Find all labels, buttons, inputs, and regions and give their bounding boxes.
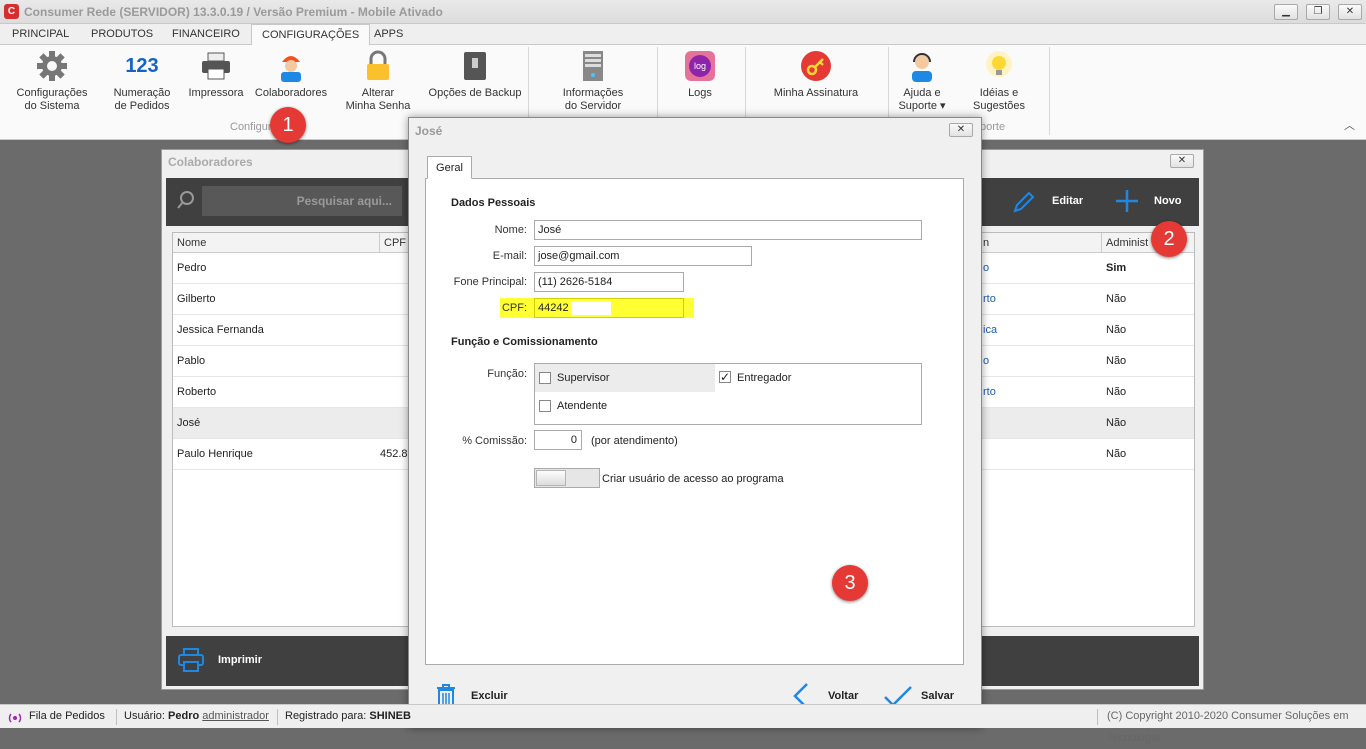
printer-icon (199, 49, 233, 83)
help-support-button[interactable]: Ajuda e Suporte ▾ (892, 49, 952, 113)
broadcast-icon (8, 710, 22, 732)
ideas-suggestions-button[interactable]: Idéias e Sugestões (968, 49, 1030, 113)
system-settings-button[interactable]: Configurações do Sistema (10, 49, 94, 113)
section-function: Função e Comissionamento (451, 336, 598, 348)
phone-field[interactable]: (11) 2626-5184 (534, 272, 684, 292)
function-item-entregador[interactable]: ✓ Entregador (717, 364, 917, 392)
plus-icon[interactable] (1114, 188, 1140, 217)
menu-tabs: PRINCIPAL PRODUTOS FINANCEIRO CONFIGURAÇ… (0, 24, 1366, 46)
entregador-checkbox[interactable]: ✓ (719, 371, 731, 383)
lock-icon (361, 49, 395, 83)
my-subscription-button[interactable]: Minha Assinatura (766, 49, 866, 100)
lightbulb-icon (982, 49, 1016, 83)
tab-apps[interactable]: APPS (364, 24, 413, 45)
dialog-close-button[interactable]: ✕ (949, 123, 973, 137)
employee-dialog: José ✕ Dados Pessoais Nome: José E-mail:… (408, 117, 982, 728)
search-input[interactable]: Pesquisar aqui... (202, 186, 402, 216)
edit-button[interactable]: Editar (1052, 195, 1083, 207)
123-icon: 123 (125, 54, 159, 77)
printer-icon[interactable] (178, 648, 204, 675)
step-badge-2: 2 (1151, 221, 1187, 257)
group-label-config: Configur (230, 121, 272, 133)
window-title: Consumer Rede (SERVIDOR) 13.3.0.19 / Ver… (24, 5, 443, 19)
commission-note: (por atendimento) (591, 435, 678, 447)
save-button[interactable]: Salvar (921, 690, 954, 702)
status-bar: Fila de Pedidos Usuário: Pedro administr… (0, 704, 1366, 744)
usb-drive-icon (458, 49, 492, 83)
step-badge-3: 3 (832, 565, 868, 601)
collaborators-close-button[interactable]: ✕ (1170, 154, 1194, 168)
cpf-field[interactable]: 44242 (534, 298, 684, 318)
gear-icon (35, 49, 69, 83)
delete-button[interactable]: Excluir (471, 690, 508, 702)
collapse-ribbon-icon[interactable]: ︿ (1344, 117, 1355, 133)
help-support-dropdown: Suporte ▾ (898, 100, 946, 112)
column-partial[interactable]: n (983, 233, 989, 253)
minimize-button[interactable]: ▁ (1274, 4, 1298, 20)
supervisor-checkbox[interactable] (539, 372, 551, 384)
create-user-toggle[interactable] (534, 468, 600, 488)
support-agent-icon (905, 49, 939, 83)
log-icon: log (683, 49, 717, 83)
function-list: Supervisor ✓ Entregador Atendente (534, 363, 922, 425)
function-label: Função: (487, 368, 527, 380)
tab-financeiro[interactable]: FINANCEIRO (162, 24, 250, 45)
function-item-atendente[interactable]: Atendente (535, 394, 715, 422)
tab-produtos[interactable]: PRODUTOS (81, 24, 163, 45)
registration-status: Registrado para: SHINEB (285, 710, 411, 722)
title-bar: C Consumer Rede (SERVIDOR) 13.3.0.19 / V… (0, 0, 1366, 24)
column-admin[interactable]: Administ (1101, 233, 1148, 253)
server-icon (576, 49, 610, 83)
back-button[interactable]: Voltar (828, 690, 858, 702)
dialog-title: José (415, 124, 443, 138)
collaborators-button[interactable]: Colaboradores (252, 49, 330, 100)
app-logo-icon: C (4, 4, 19, 19)
logs-button[interactable]: log Logs (674, 49, 726, 100)
backup-options-button[interactable]: Opções de Backup (424, 49, 526, 100)
cpf-label: CPF: (501, 302, 527, 314)
commission-field[interactable]: 0 (534, 430, 582, 450)
section-personal-data: Dados Pessoais (451, 197, 536, 209)
column-name[interactable]: Nome (177, 233, 206, 253)
printer-button[interactable]: Impressora (184, 49, 248, 100)
copyright: (C) Copyright 2010-2020 Consumer Soluçõe… (1107, 710, 1349, 744)
name-label: Nome: (494, 224, 527, 236)
name-field[interactable]: José (534, 220, 922, 240)
key-icon (799, 49, 833, 83)
collaborators-title: Colaboradores (168, 155, 253, 169)
new-button[interactable]: Novo (1154, 195, 1182, 207)
user-status: Usuário: Pedro administrador (124, 710, 269, 722)
step-badge-1: 1 (270, 107, 306, 143)
create-user-label: Criar usuário de acesso ao programa (602, 473, 784, 485)
email-label: E-mail: (492, 250, 527, 262)
commission-label: % Comissão: (462, 435, 527, 447)
server-info-button[interactable]: Informações do Servidor (552, 49, 634, 113)
print-button[interactable]: Imprimir (218, 654, 262, 666)
search-icon (176, 190, 196, 213)
order-queue-link[interactable]: Fila de Pedidos (29, 705, 105, 727)
tab-principal[interactable]: PRINCIPAL (2, 24, 79, 45)
group-label-support: porte (980, 121, 1006, 133)
close-button[interactable]: ✕ (1338, 4, 1362, 20)
order-numbering-button[interactable]: 123 Numeração de Pedidos (104, 49, 180, 113)
function-item-supervisor[interactable]: Supervisor (535, 364, 715, 392)
email-field[interactable]: jose@gmail.com (534, 246, 752, 266)
column-cpf[interactable]: CPF (379, 233, 406, 253)
edit-icon[interactable] (1012, 190, 1036, 217)
change-password-button[interactable]: Alterar Minha Senha (340, 49, 416, 113)
phone-label: Fone Principal: (453, 276, 527, 288)
tab-configuracoes[interactable]: CONFIGURAÇÕES (251, 24, 371, 46)
atendente-checkbox[interactable] (539, 400, 551, 412)
tab-geral[interactable]: Geral (427, 156, 472, 179)
worker-icon (274, 49, 308, 83)
maximize-button[interactable]: ❐ (1306, 4, 1330, 20)
chevron-down-icon: ▾ (940, 100, 946, 112)
dialog-panel: Dados Pessoais Nome: José E-mail: jose@g… (425, 178, 964, 665)
